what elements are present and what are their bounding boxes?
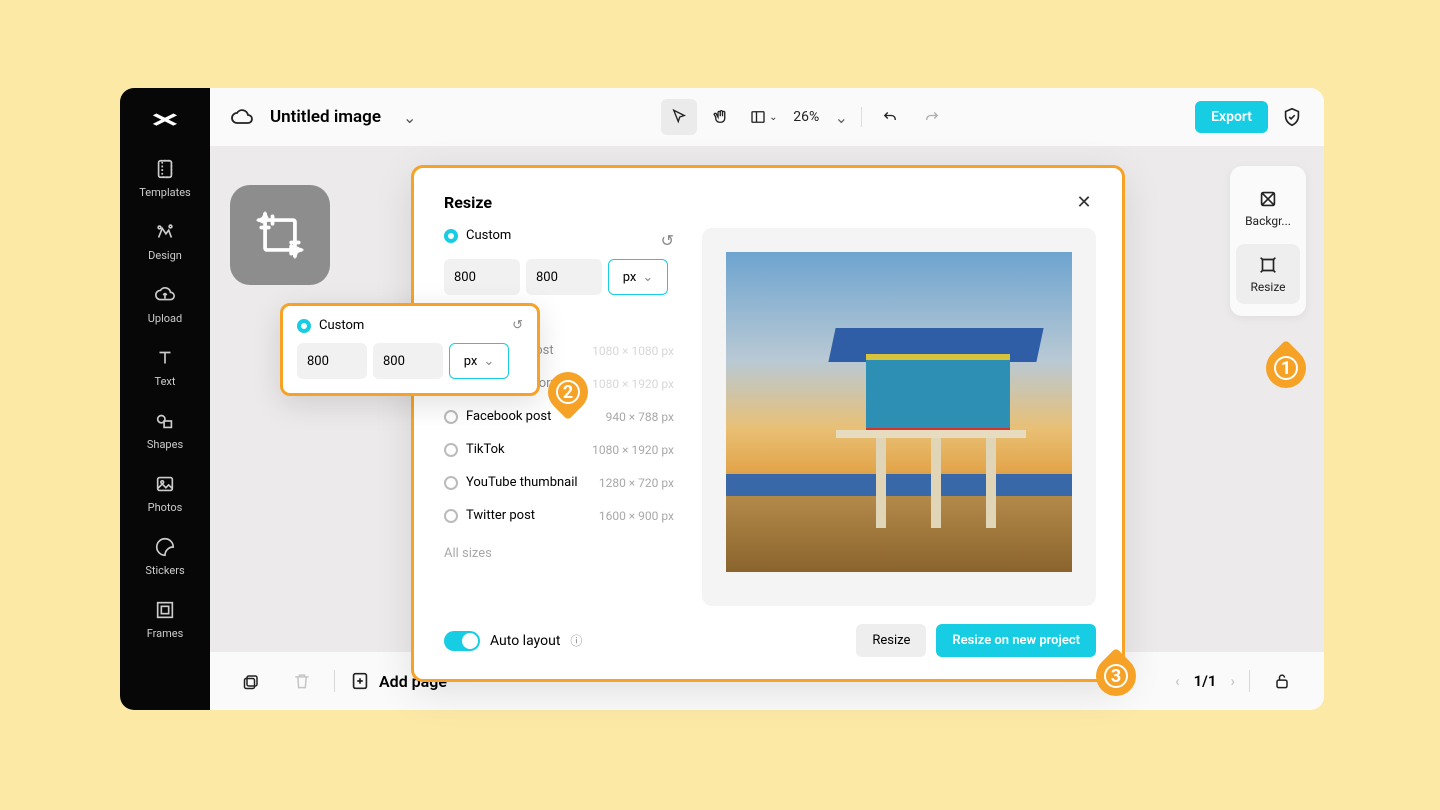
zoom-level[interactable]: 26% xyxy=(787,109,825,125)
top-toolbar: Untitled image ⌄ ⌄ 26% ⌄ Export xyxy=(210,88,1324,146)
layout-dropdown[interactable]: ⌄ xyxy=(745,99,781,135)
undo-button[interactable] xyxy=(872,99,908,135)
left-sidebar: ✕ Templates Design Upload Text Shapes Ph… xyxy=(120,88,210,710)
right-panel: Backgr... Resize xyxy=(1230,166,1306,316)
trash-button[interactable] xyxy=(284,663,320,699)
width-input[interactable] xyxy=(444,259,520,295)
sidebar-item-design[interactable]: Design xyxy=(125,213,205,270)
reset-icon[interactable]: ↺ xyxy=(661,231,674,250)
crop-badge-icon xyxy=(230,185,330,285)
height-input-zoom[interactable] xyxy=(373,343,443,379)
dialog-title: Resize xyxy=(444,193,492,212)
resize-new-project-button[interactable]: Resize on new project xyxy=(936,624,1096,657)
sidebar-item-text[interactable]: Text xyxy=(125,339,205,396)
lock-button[interactable] xyxy=(1264,663,1300,699)
cursor-tool[interactable] xyxy=(661,99,697,135)
panel-item-background[interactable]: Backgr... xyxy=(1236,178,1300,238)
panel-item-resize[interactable]: Resize xyxy=(1236,244,1300,304)
redo-button[interactable] xyxy=(914,99,950,135)
sidebar-item-stickers[interactable]: Stickers xyxy=(125,528,205,585)
chevron-down-icon[interactable]: ⌄ xyxy=(403,108,416,127)
sidebar-item-upload[interactable]: Upload xyxy=(125,276,205,333)
height-input[interactable] xyxy=(526,259,602,295)
resize-dialog: Resize ✕ Custom ↺ px⌄ Recommended Instag… xyxy=(411,165,1125,682)
shield-icon[interactable] xyxy=(1280,105,1304,129)
layers-button[interactable] xyxy=(234,663,270,699)
sidebar-item-photos[interactable]: Photos xyxy=(125,465,205,522)
section-all-sizes: All sizes xyxy=(444,546,674,561)
radio-option[interactable] xyxy=(444,509,458,523)
project-title[interactable]: Untitled image xyxy=(270,107,381,127)
auto-layout-toggle[interactable] xyxy=(444,631,480,651)
app-logo: ✕ xyxy=(149,109,181,131)
resize-button[interactable]: Resize xyxy=(856,624,926,657)
preview-pane xyxy=(702,228,1096,606)
width-input-zoom[interactable] xyxy=(297,343,367,379)
preview-image xyxy=(726,252,1072,572)
next-page-button[interactable]: › xyxy=(1230,672,1235,690)
prev-page-button[interactable]: ‹ xyxy=(1175,672,1180,690)
radio-custom[interactable] xyxy=(444,229,458,243)
unit-select[interactable]: px⌄ xyxy=(608,259,668,295)
sidebar-item-templates[interactable]: Templates xyxy=(125,150,205,207)
sidebar-item-frames[interactable]: Frames xyxy=(125,591,205,648)
info-icon[interactable]: ⓘ xyxy=(570,632,582,649)
auto-layout-label: Auto layout xyxy=(490,633,560,649)
close-icon[interactable]: ✕ xyxy=(1072,190,1096,214)
custom-label: Custom xyxy=(466,228,511,243)
hand-tool[interactable] xyxy=(703,99,739,135)
export-button[interactable]: Export xyxy=(1195,101,1268,133)
cloud-icon[interactable] xyxy=(230,105,254,129)
radio-option[interactable] xyxy=(444,410,458,424)
radio-option[interactable] xyxy=(444,476,458,490)
sidebar-item-shapes[interactable]: Shapes xyxy=(125,402,205,459)
zoom-chevron-icon[interactable]: ⌄ xyxy=(831,99,851,135)
zoom-callout: Custom ↺ px⌄ xyxy=(280,303,540,396)
radio-custom-zoom[interactable] xyxy=(297,319,311,333)
radio-option[interactable] xyxy=(444,443,458,457)
unit-select-zoom[interactable]: px⌄ xyxy=(449,343,509,379)
reset-icon[interactable]: ↺ xyxy=(512,318,523,333)
page-indicator: 1/1 xyxy=(1194,672,1217,690)
